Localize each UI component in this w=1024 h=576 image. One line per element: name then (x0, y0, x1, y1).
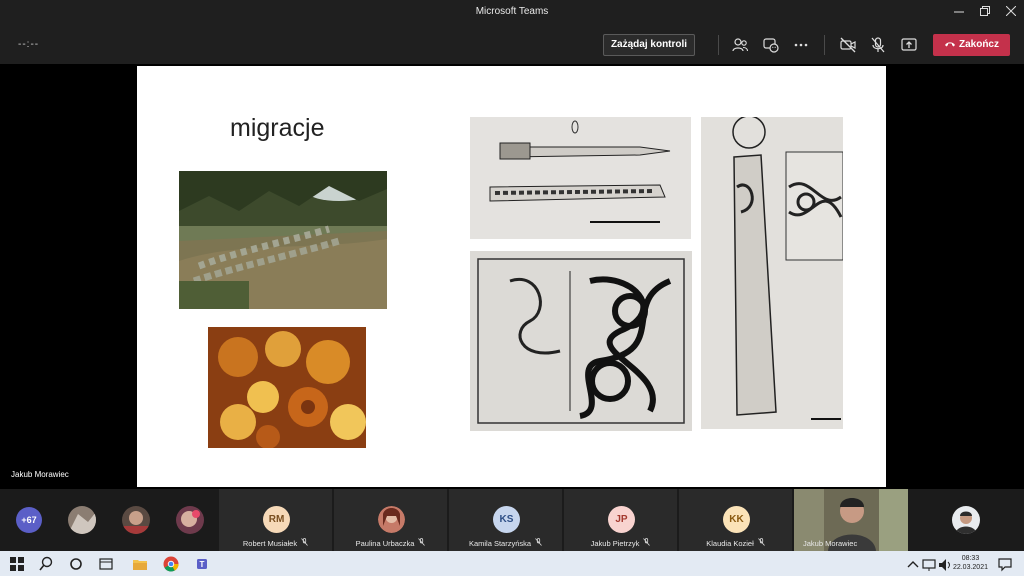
participant-name: Jakub Pietrzyk (564, 538, 677, 548)
participant-name: Kamila Starzyńska (449, 538, 562, 548)
stone-ship-photo (179, 171, 387, 309)
participant-avatar[interactable] (68, 506, 96, 534)
slide-title: migracje (230, 114, 325, 142)
presentation-slide: migracje (137, 66, 886, 487)
toolbar-divider (718, 35, 719, 55)
mic-off-icon (535, 538, 542, 548)
camera-off-icon[interactable] (839, 36, 857, 54)
shared-screen-stage: migracje Jakub Morawiec (0, 64, 1024, 490)
participant-tile[interactable]: RM Robert Musiałek (218, 489, 332, 551)
participant-tile[interactable]: KS Kamila Starzyńska (448, 489, 562, 551)
participant-tile[interactable]: JP Jakub Pietrzyk (563, 489, 677, 551)
chat-reactions-icon[interactable] (762, 36, 780, 54)
close-icon (1005, 5, 1017, 17)
teams-icon[interactable]: T (193, 555, 211, 573)
participant-initials-avatar: JP (608, 506, 635, 533)
phone-hangup-icon (944, 42, 955, 47)
teams-window: Microsoft Teams --:-- Zażądaj kontroli Z… (0, 0, 1024, 576)
dagger-drawing (470, 117, 691, 239)
participants-icon[interactable] (731, 36, 749, 54)
cortana-icon[interactable] (67, 555, 85, 573)
share-screen-icon[interactable] (900, 36, 918, 54)
participant-name-text: Paulina Urbaczka (355, 539, 415, 548)
mic-off-icon (418, 538, 426, 548)
participant-name-text: Jakub Pietrzyk (590, 539, 640, 548)
knotwork-drawing (470, 251, 692, 431)
meeting-timer: --:-- (18, 39, 40, 50)
bone-handle-drawing (701, 117, 843, 429)
participant-tile[interactable]: KK Klaudia Kozieł (678, 489, 792, 551)
task-view-icon[interactable] (97, 555, 115, 573)
notifications-icon[interactable] (996, 555, 1014, 573)
participant-initials-avatar: KK (723, 506, 750, 533)
close-button[interactable] (996, 0, 1024, 26)
taskbar-clock[interactable]: 08:33 22.03.2021 (953, 554, 988, 572)
end-call-button[interactable]: Zakończ (933, 34, 1010, 56)
participant-name: Klaudia Kozieł (679, 538, 792, 548)
windows-start-icon[interactable] (8, 555, 26, 573)
participant-avatar[interactable] (176, 506, 204, 534)
participant-video-tile[interactable]: Jakub Morawiec (793, 489, 908, 551)
amber-beads-photo (208, 327, 366, 448)
window-title: Microsoft Teams (475, 6, 549, 17)
mic-off-icon[interactable] (869, 36, 887, 54)
mic-off-icon (643, 538, 651, 548)
clock-time: 08:33 (961, 555, 980, 562)
participant-photo-avatar (378, 506, 405, 533)
participant-avatar[interactable] (122, 506, 150, 534)
request-control-button[interactable]: Zażądaj kontroli (603, 34, 695, 56)
clock-date: 22.03.2021 (952, 564, 988, 571)
toolbar-divider (824, 35, 825, 55)
participant-name-text: Kamila Starzyńska (468, 539, 532, 548)
self-avatar[interactable] (952, 506, 980, 534)
participant-name: Jakub Morawiec (803, 539, 858, 548)
search-icon[interactable] (37, 555, 55, 573)
participant-name: Robert Musiałek (219, 538, 332, 548)
title-bar: Microsoft Teams (0, 0, 1024, 26)
restore-icon (980, 6, 990, 16)
participant-name: Paulina Urbaczka (334, 538, 447, 548)
end-call-label: Zakończ (958, 39, 999, 50)
more-participants-button[interactable]: +67 (16, 507, 42, 533)
windows-taskbar: T 08:33 22.03.2021 (0, 551, 1024, 576)
mic-off-icon (301, 538, 308, 548)
meeting-toolbar: --:-- Zażądaj kontroli Zakończ (0, 26, 1024, 64)
participant-tile[interactable]: Paulina Urbaczka (333, 489, 447, 551)
svg-text:T: T (200, 560, 205, 569)
more-options-icon[interactable] (792, 36, 810, 54)
participant-name-text: Klaudia Kozieł (706, 539, 754, 548)
mic-off-icon (757, 538, 765, 548)
participant-name-text: Robert Musiałek (242, 539, 298, 548)
file-explorer-icon[interactable] (131, 555, 149, 573)
volume-icon[interactable] (936, 556, 954, 574)
participant-initials-avatar: RM (263, 506, 290, 533)
participants-strip: +67 RM Robert Musiałek Paulina Urbaczka … (0, 489, 1024, 551)
presenter-name: Jakub Morawiec (11, 470, 69, 479)
chrome-icon[interactable] (162, 555, 180, 573)
minimize-icon (954, 11, 964, 13)
participant-initials-avatar: KS (493, 506, 520, 533)
